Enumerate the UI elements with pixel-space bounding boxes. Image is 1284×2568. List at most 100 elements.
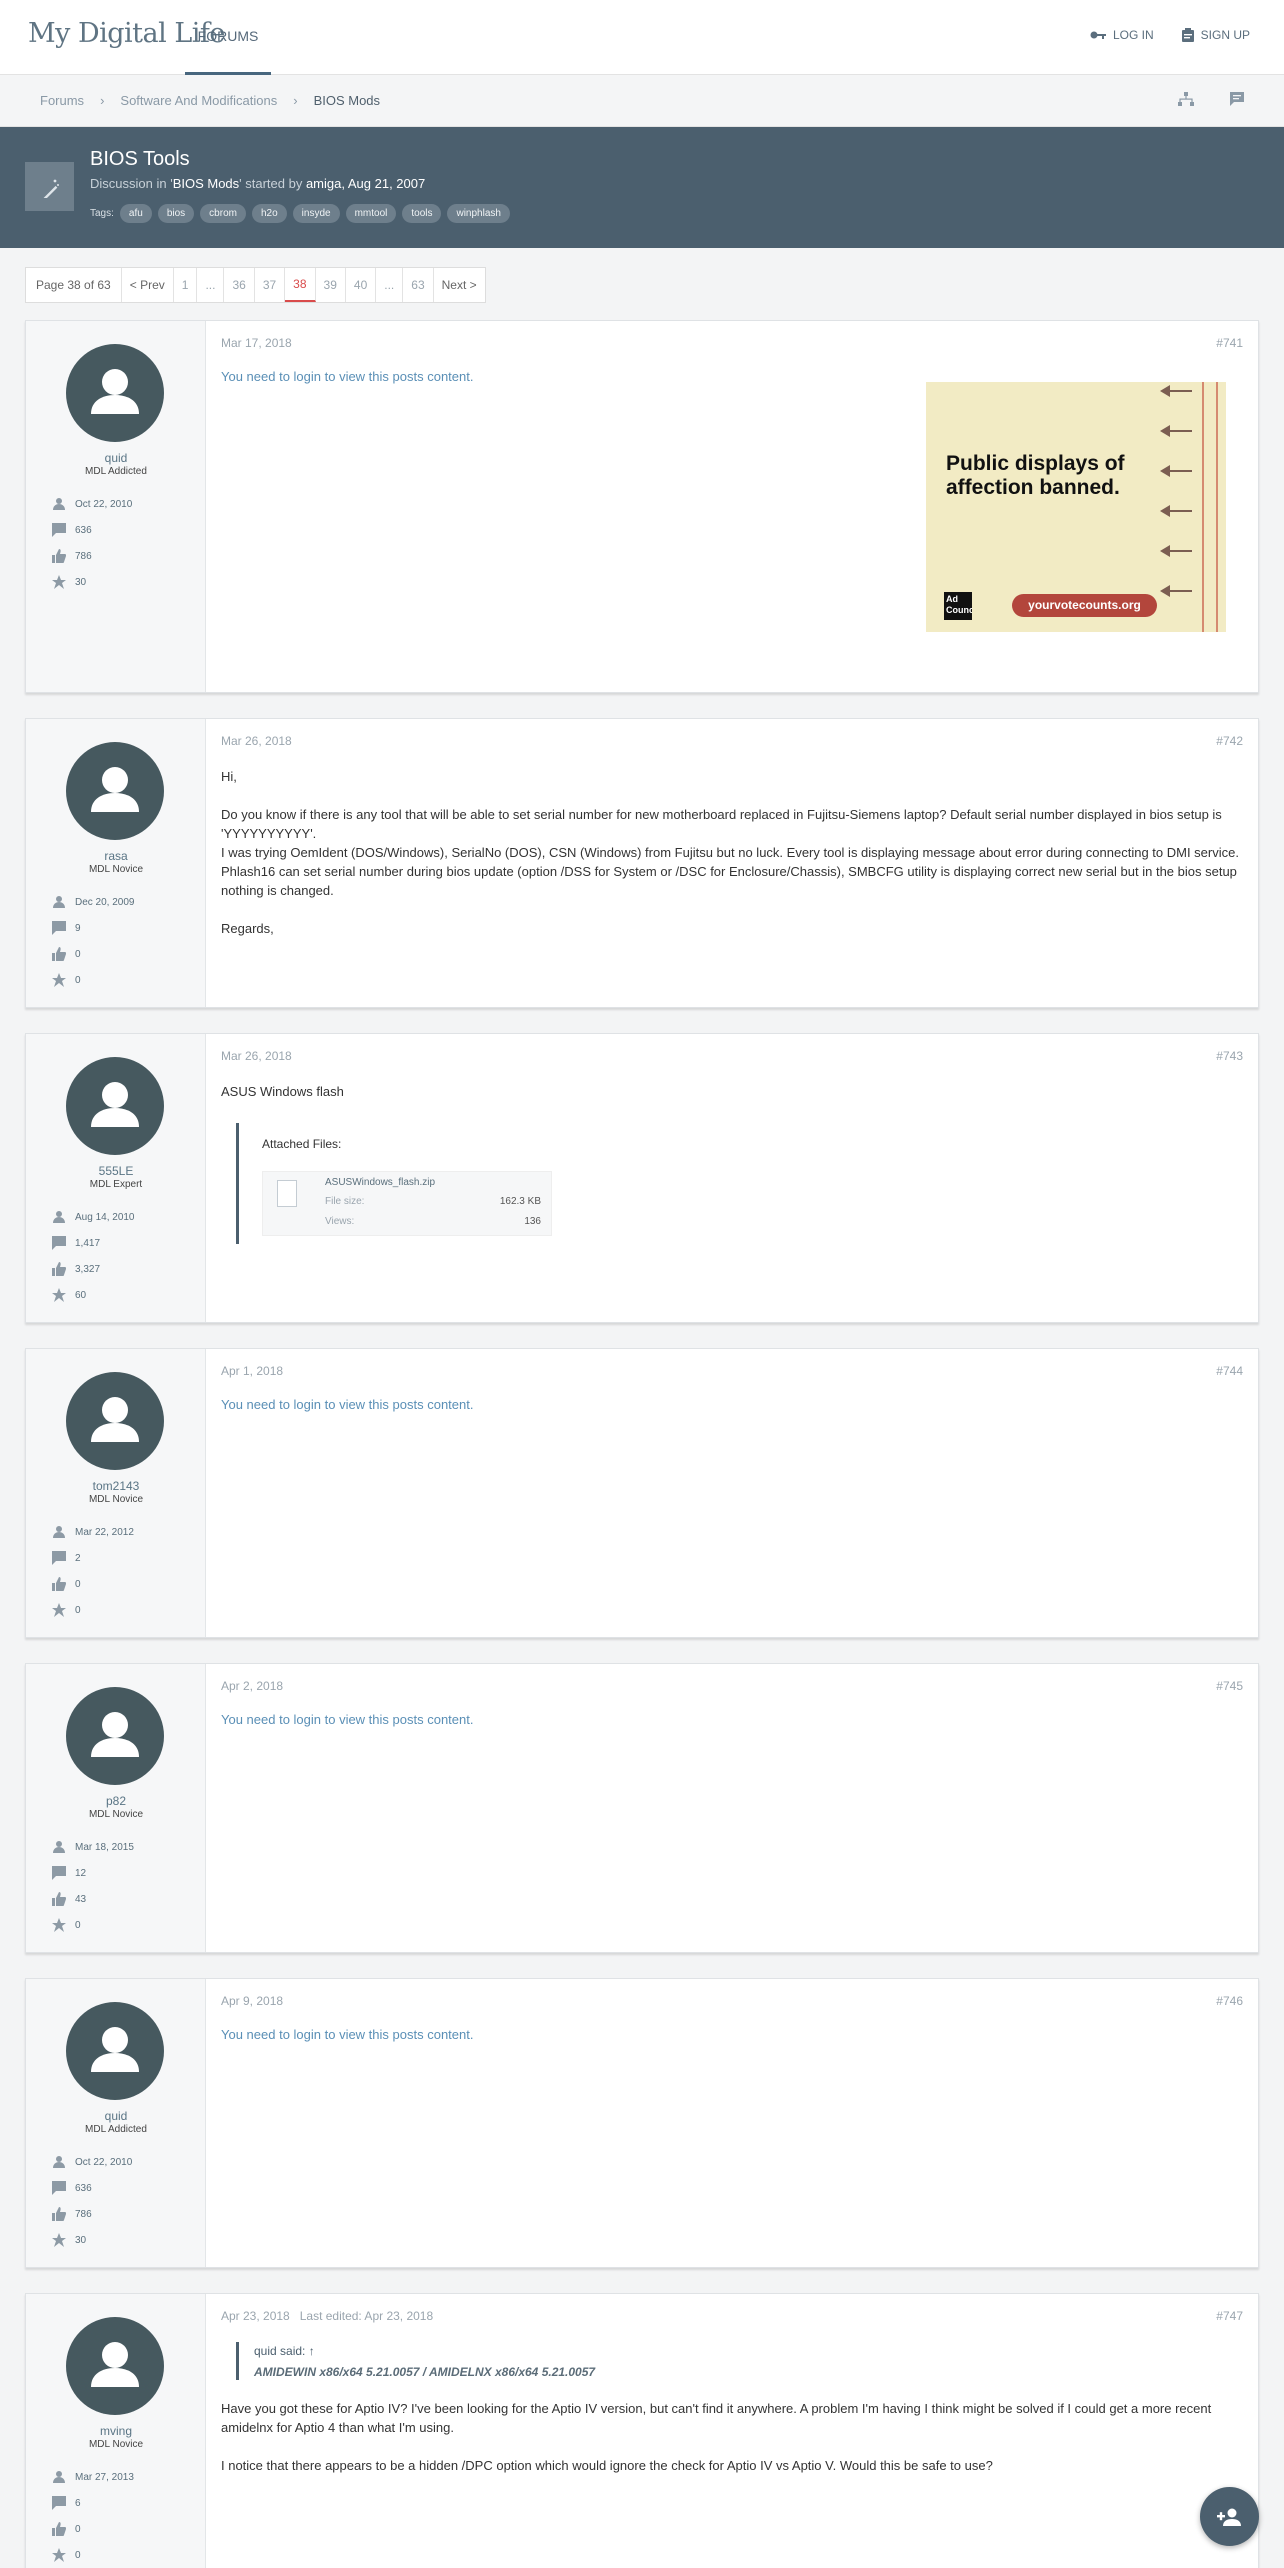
tag-bios[interactable]: bios: [157, 204, 195, 223]
nav-forums-tab[interactable]: FORUMS: [185, 0, 271, 75]
post-body: Apr 1, 2018 #744 You need to login to vi…: [206, 1349, 1258, 1637]
star-icon: [52, 1918, 66, 1932]
username[interactable]: p82: [26, 1794, 206, 1808]
page-link[interactable]: 1: [174, 268, 198, 302]
quote-block: quid said: ↑ AMIDEWIN x86/x64 5.21.0057 …: [236, 2342, 1242, 2380]
user-title: MDL Addicted: [85, 466, 147, 477]
tag-tools[interactable]: tools: [402, 204, 442, 223]
page-link[interactable]: 40: [346, 268, 377, 302]
star-icon: [52, 973, 66, 987]
post-date[interactable]: Apr 2, 2018: [221, 1679, 1242, 1693]
post-number[interactable]: #746: [1216, 1994, 1243, 2008]
post-date[interactable]: Mar 26, 2018: [221, 1049, 1242, 1063]
post: tom2143 MDL Novice Mar 22, 2012 2 0 0 Ap…: [25, 1348, 1259, 1638]
post-date[interactable]: Apr 9, 2018: [221, 1994, 1242, 2008]
ad-headline: Public displays of affection banned.: [946, 452, 1125, 499]
joined-date: Mar 22, 2012: [75, 1526, 134, 1538]
avatar[interactable]: [66, 344, 164, 442]
post-date[interactable]: Mar 17, 2018: [221, 336, 1242, 350]
user-title: MDL Novice: [88, 864, 144, 875]
login-label: LOG IN: [1112, 28, 1154, 42]
star-icon: [52, 2233, 66, 2247]
ad-button[interactable]: yourvotecounts.org: [1012, 594, 1157, 617]
login-required-message[interactable]: You need to login to view this posts con…: [221, 1712, 1242, 1727]
thread-tags: Tags: afu bios cbrom h2o insyde mmtool t…: [90, 204, 510, 223]
tag-mmtool[interactable]: mmtool: [345, 204, 397, 223]
post-number[interactable]: #744: [1216, 1364, 1243, 1378]
post-number[interactable]: #741: [1216, 336, 1243, 350]
message-icon: [52, 1236, 66, 1250]
star-icon: [52, 1603, 66, 1617]
login-link[interactable]: LOG IN: [1090, 28, 1154, 42]
post-date[interactable]: Mar 26, 2018: [221, 734, 1242, 748]
post-user-panel: tom2143 MDL Novice Mar 22, 2012 2 0 0: [26, 1349, 206, 1637]
avatar[interactable]: [66, 1057, 164, 1155]
username[interactable]: mving: [26, 2424, 206, 2438]
page-link[interactable]: 37: [255, 268, 286, 302]
tag-h2o[interactable]: h2o: [251, 204, 287, 223]
key-icon: [1090, 31, 1106, 39]
page-ellipsis[interactable]: ...: [197, 268, 225, 302]
tag-winphlash[interactable]: winphlash: [447, 204, 510, 223]
breadcrumb-software[interactable]: Software And Modifications: [120, 93, 277, 108]
thread-author-link[interactable]: amiga: [306, 176, 341, 191]
username[interactable]: quid: [26, 2109, 206, 2123]
tag-cbrom[interactable]: cbrom: [200, 204, 246, 223]
post-paragraph: Have you got these for Aptio IV? I've be…: [221, 2401, 1212, 2435]
next-page-link[interactable]: Next >: [434, 268, 485, 302]
login-required-message[interactable]: You need to login to view this posts con…: [221, 1397, 1242, 1412]
post: mving MDL Novice Mar 27, 2013 6 0 0 Apr …: [25, 2293, 1259, 2568]
page-link[interactable]: 36: [224, 268, 255, 302]
breadcrumb: Forums › Software And Modifications › BI…: [0, 75, 1284, 127]
prev-page-link[interactable]: < Prev: [122, 268, 174, 302]
quote-author[interactable]: quid said: ↑: [254, 2344, 1242, 2358]
avatar[interactable]: [66, 1372, 164, 1470]
breadcrumb-forums[interactable]: Forums: [40, 93, 84, 108]
post-body: Mar 26, 2018 #742 Hi, Do you know if the…: [206, 719, 1258, 1007]
post-paragraph: Regards,: [221, 921, 274, 936]
attachment-card[interactable]: ASUSWindows_flash.zip File size: 162.3 KB…: [262, 1171, 552, 1236]
message-icon: [52, 921, 66, 935]
add-user-button[interactable]: [1200, 2487, 1259, 2546]
thumbs-up-icon: [52, 947, 66, 961]
post-message: ASUS Windows flash: [221, 1084, 344, 1099]
post-date[interactable]: Apr 1, 2018: [221, 1364, 1242, 1378]
signup-label: SIGN UP: [1200, 28, 1250, 42]
current-page[interactable]: 38: [285, 268, 316, 302]
username[interactable]: tom2143: [26, 1479, 206, 1493]
username[interactable]: rasa: [26, 849, 206, 863]
ad-arrow: [1160, 505, 1192, 517]
advertisement[interactable]: Public displays of affection banned. Ad …: [926, 382, 1226, 632]
post-body: Mar 26, 2018 #743 ASUS Windows flash Att…: [206, 1034, 1258, 1322]
likes-count: 0: [75, 2523, 81, 2535]
points-count: 0: [75, 1919, 81, 1931]
sitemap-icon[interactable]: [1178, 92, 1194, 106]
post-user-panel: quid MDL Addicted Oct 22, 2010 636 786 3…: [26, 321, 206, 692]
signup-link[interactable]: SIGN UP: [1181, 28, 1250, 42]
page-link[interactable]: 39: [316, 268, 346, 302]
username[interactable]: 555LE: [26, 1164, 206, 1178]
username[interactable]: quid: [26, 451, 206, 465]
thumbs-up-icon: [52, 1892, 66, 1906]
post-number[interactable]: #743: [1216, 1049, 1243, 1063]
star-icon: [52, 1288, 66, 1302]
avatar[interactable]: [66, 1687, 164, 1785]
user-title: MDL Novice: [88, 1494, 144, 1505]
breadcrumb-bios-mods[interactable]: BIOS Mods: [314, 93, 380, 108]
post-number[interactable]: #745: [1216, 1679, 1243, 1693]
avatar[interactable]: [66, 742, 164, 840]
post-number[interactable]: #747: [1216, 2309, 1243, 2323]
clipboard-icon: [1181, 28, 1194, 42]
post-date-link[interactable]: Apr 23, 2018: [221, 2309, 290, 2323]
avatar[interactable]: [66, 2317, 164, 2415]
tag-insyde[interactable]: insyde: [292, 204, 340, 223]
thread-forum-link[interactable]: BIOS Mods: [173, 176, 239, 191]
login-required-message[interactable]: You need to login to view this posts con…: [221, 2027, 1242, 2042]
page-link[interactable]: 63: [403, 268, 434, 302]
post-number[interactable]: #742: [1216, 734, 1243, 748]
attachment-filename[interactable]: ASUSWindows_flash.zip: [325, 1177, 435, 1188]
chat-icon[interactable]: [1230, 92, 1244, 106]
page-ellipsis[interactable]: ...: [376, 268, 404, 302]
tag-afu[interactable]: afu: [119, 204, 152, 223]
avatar[interactable]: [66, 2002, 164, 2100]
